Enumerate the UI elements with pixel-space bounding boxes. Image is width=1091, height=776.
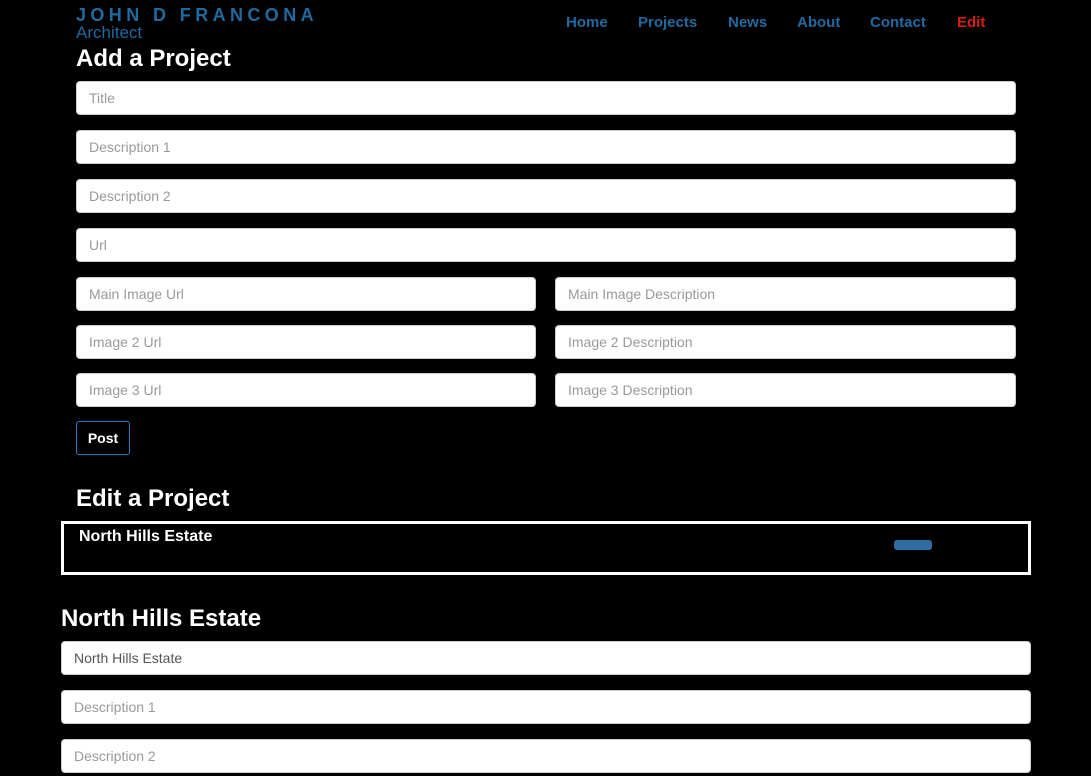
project-title: North Hills Estate <box>79 528 213 545</box>
editor-description2-input[interactable] <box>61 739 1031 773</box>
project-list-item[interactable]: North Hills Estate <box>61 521 1031 575</box>
description2-input[interactable] <box>76 179 1016 213</box>
main-image-url-input[interactable] <box>76 277 536 311</box>
edit-project-heading: Edit a Project <box>76 485 230 512</box>
project-editor-heading: North Hills Estate <box>61 605 262 632</box>
nav-edit-link[interactable]: Edit <box>957 14 985 32</box>
image2-description-input[interactable] <box>555 325 1016 359</box>
post-button[interactable]: Post <box>76 421 130 455</box>
nav-contact-link[interactable]: Contact <box>870 14 926 32</box>
main-nav: Home Projects News About Contact Edit <box>0 14 1091 34</box>
nav-news-link[interactable]: News <box>728 14 767 32</box>
editor-title-input[interactable] <box>61 641 1031 675</box>
image2-url-input[interactable] <box>76 325 536 359</box>
nav-home-link[interactable]: Home <box>566 14 608 32</box>
description1-input[interactable] <box>76 130 1016 164</box>
image3-url-input[interactable] <box>76 373 536 407</box>
nav-about-link[interactable]: About <box>797 14 840 32</box>
url-input[interactable] <box>76 228 1016 262</box>
add-project-heading: Add a Project <box>76 45 231 72</box>
image3-description-input[interactable] <box>555 373 1016 407</box>
title-input[interactable] <box>76 81 1016 115</box>
edit-project-button[interactable] <box>894 540 932 550</box>
main-image-description-input[interactable] <box>555 277 1016 311</box>
editor-description1-input[interactable] <box>61 690 1031 724</box>
nav-projects-link[interactable]: Projects <box>638 14 697 32</box>
